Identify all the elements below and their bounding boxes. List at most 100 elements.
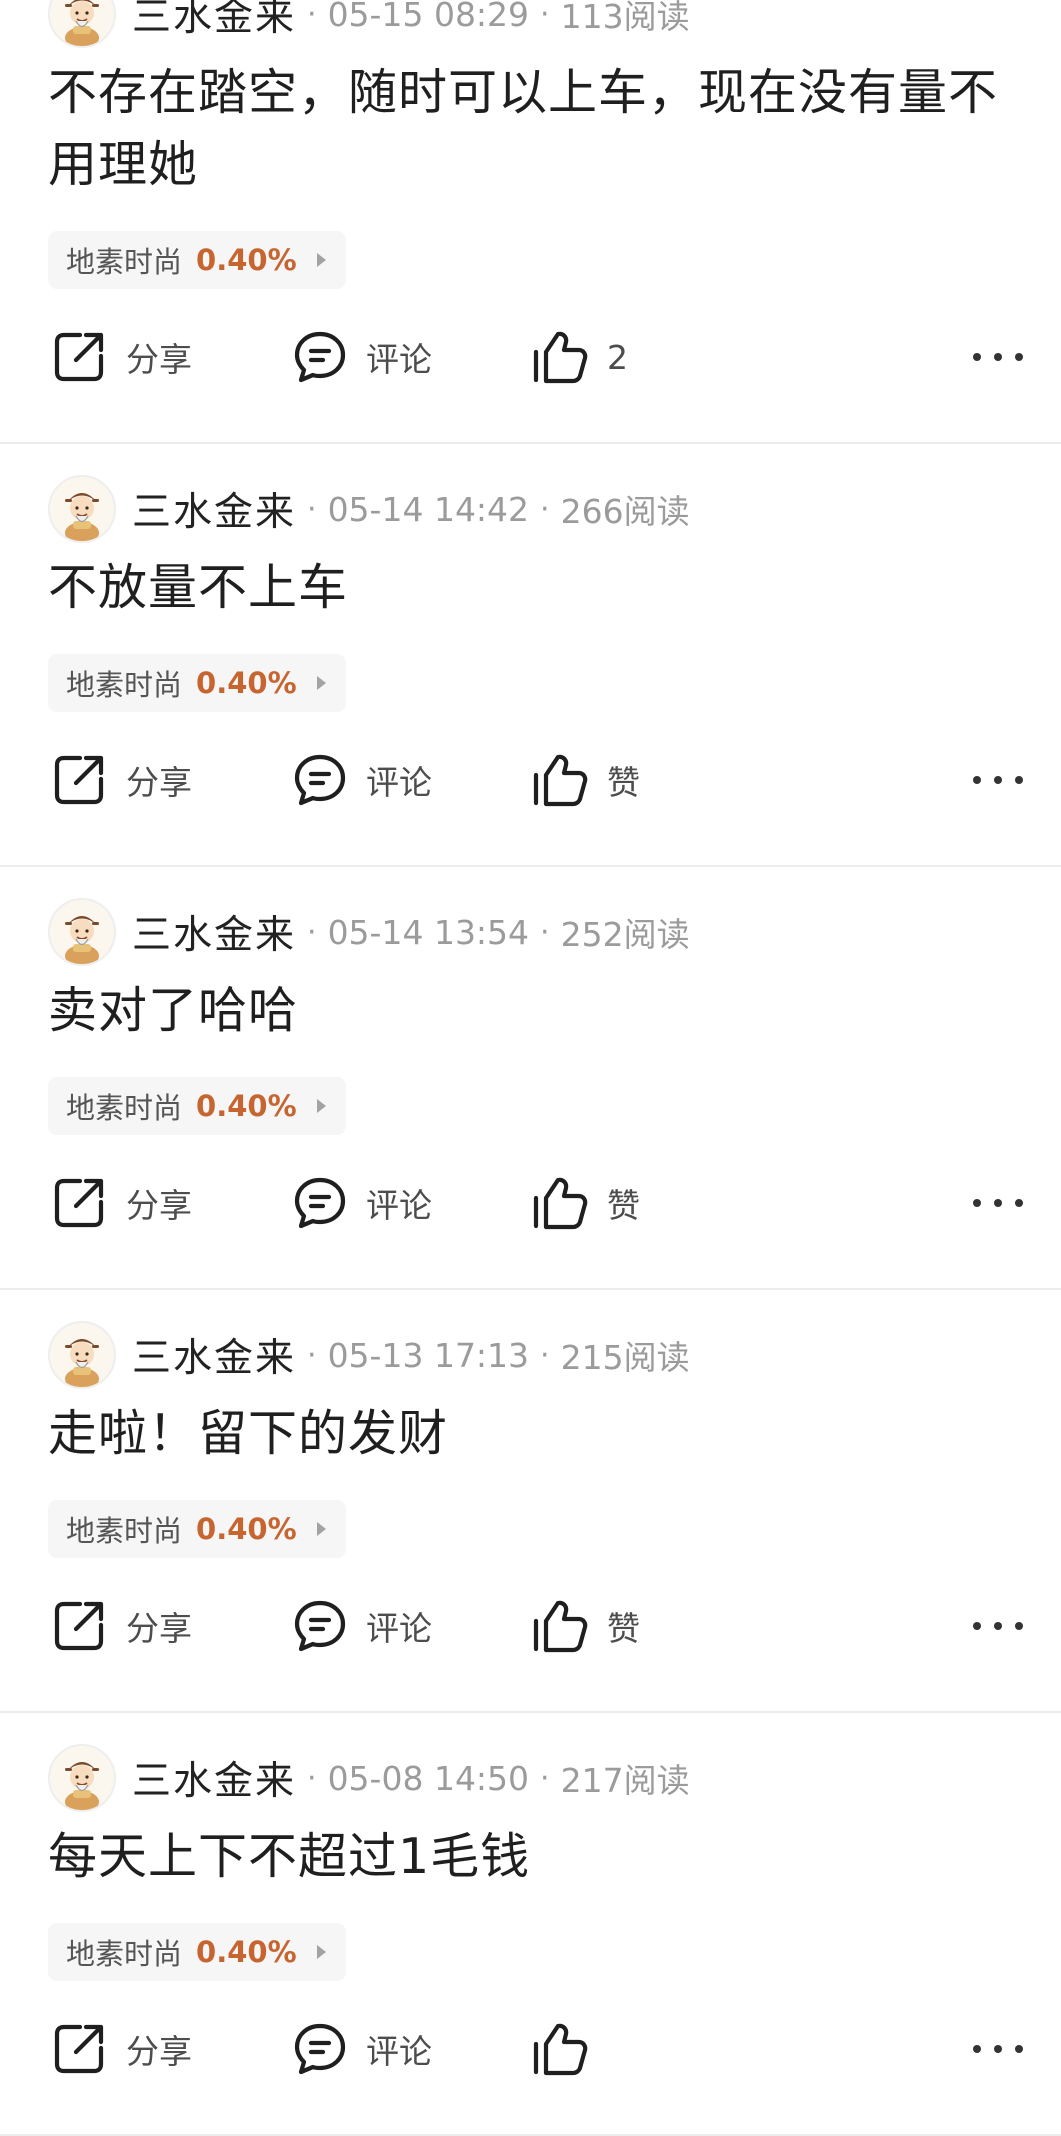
share-button[interactable]: 分享 <box>50 750 192 810</box>
avatar-god-of-wealth-icon <box>50 1746 114 1810</box>
stock-change: 0.40% <box>196 1089 297 1123</box>
avatar[interactable] <box>48 898 116 966</box>
more-options-button[interactable] <box>973 1173 1023 1233</box>
share-icon <box>54 332 104 382</box>
author-name[interactable]: 三水金来 <box>132 1327 296 1383</box>
like-button[interactable]: 2 <box>531 327 628 387</box>
stock-name: 地素时尚 <box>66 1937 183 1971</box>
more-dots-icon <box>994 353 1002 361</box>
more-dots-icon <box>973 1622 981 1630</box>
read-count: 217阅读 <box>560 1761 690 1800</box>
stock-name: 地素时尚 <box>66 1514 183 1548</box>
triangle-right-icon <box>316 1522 326 1536</box>
more-dots-icon <box>973 353 981 361</box>
comment-button[interactable]: 评论 <box>292 327 432 387</box>
more-dots-icon <box>973 776 981 784</box>
post-content[interactable]: 每天上下不超过1毛钱 <box>48 1821 1018 1893</box>
share-button[interactable]: 分享 <box>50 1173 192 1233</box>
stock-change: 0.40% <box>196 1935 297 1969</box>
post-time: 05-14 14:42 <box>327 489 530 529</box>
more-options-button[interactable] <box>973 1596 1023 1656</box>
post-header: 三水金来 · 05-13 17:13 · 215阅读 <box>48 1320 690 1390</box>
stock-change: 0.40% <box>196 243 297 277</box>
comment-icon <box>294 1600 346 1652</box>
post-content[interactable]: 卖对了哈哈 <box>48 975 1018 1047</box>
stock-change: 0.40% <box>196 666 297 700</box>
comment-button[interactable]: 评论 <box>292 1596 432 1656</box>
comment-button[interactable]: 评论 <box>292 2019 432 2079</box>
stock-tag[interactable]: 地素时尚 0.40% <box>48 654 346 712</box>
like-label: 赞 <box>607 1186 640 1225</box>
post-content[interactable]: 不存在踏空，随时可以上车，现在没有量不 用理她 <box>48 57 1018 201</box>
read-count: 252阅读 <box>560 915 690 954</box>
avatar-god-of-wealth-icon <box>50 0 114 46</box>
stock-tag[interactable]: 地素时尚 0.40% <box>48 1500 346 1558</box>
post-content[interactable]: 不放量不上车 <box>48 552 1018 624</box>
post-header: 三水金来 · 05-15 08:29 · 113阅读 <box>48 0 690 49</box>
stock-tag[interactable]: 地素时尚 0.40% <box>48 1923 346 1981</box>
meta-separator: · <box>307 1760 317 1796</box>
like-button[interactable] <box>531 2019 607 2079</box>
author-name[interactable]: 三水金来 <box>132 0 296 42</box>
author-name[interactable]: 三水金来 <box>132 481 296 537</box>
post-card: 三水金来 · 05-08 14:50 · 217阅读 每天上下不超过1毛钱 地素… <box>0 1713 1061 2136</box>
thumbs-up-icon <box>533 754 588 807</box>
comment-icon <box>294 1177 346 1229</box>
more-dots-icon <box>1015 2045 1023 2053</box>
avatar[interactable] <box>48 0 116 48</box>
like-button[interactable]: 赞 <box>531 750 640 810</box>
triangle-right-icon <box>316 676 326 690</box>
more-options-button[interactable] <box>973 750 1023 810</box>
like-button[interactable]: 赞 <box>531 1596 640 1656</box>
share-button[interactable]: 分享 <box>50 1596 192 1656</box>
stock-tag[interactable]: 地素时尚 0.40% <box>48 1077 346 1135</box>
more-dots-icon <box>973 1199 981 1207</box>
comment-icon <box>294 754 346 806</box>
thumbs-up-icon <box>533 1600 588 1653</box>
comment-button[interactable]: 评论 <box>292 750 432 810</box>
post-text-line: 走啦！留下的发财 <box>48 1405 449 1462</box>
author-name[interactable]: 三水金来 <box>132 904 296 960</box>
avatar[interactable] <box>48 1321 116 1389</box>
share-button[interactable]: 分享 <box>50 327 192 387</box>
post-card: 三水金来 · 05-15 08:29 · 113阅读 不存在踏空，随时可以上车，… <box>0 0 1061 444</box>
meta-separator: · <box>307 914 317 950</box>
stock-name: 地素时尚 <box>66 245 183 279</box>
post-time: 05-15 08:29 <box>327 0 530 34</box>
action-bar: 分享 评论 赞 <box>0 1173 1061 1233</box>
post-time: 05-14 13:54 <box>327 912 530 952</box>
meta-separator: · <box>540 1337 550 1373</box>
post-content[interactable]: 走啦！留下的发财 <box>48 1398 1018 1470</box>
share-button[interactable]: 分享 <box>50 2019 192 2079</box>
more-dots-icon <box>1015 1622 1023 1630</box>
post-header: 三水金来 · 05-14 14:42 · 266阅读 <box>48 474 690 544</box>
author-name[interactable]: 三水金来 <box>132 1750 296 1806</box>
stock-tag[interactable]: 地素时尚 0.40% <box>48 231 346 289</box>
more-options-button[interactable] <box>973 327 1023 387</box>
avatar-god-of-wealth-icon <box>50 1323 114 1387</box>
like-button[interactable]: 赞 <box>531 1173 640 1233</box>
comment-label: 评论 <box>366 2032 432 2071</box>
triangle-right-icon <box>316 1945 326 1959</box>
share-icon <box>54 755 104 805</box>
triangle-right-icon <box>316 1099 326 1113</box>
meta-separator: · <box>540 1760 550 1796</box>
avatar[interactable] <box>48 475 116 543</box>
comment-button[interactable]: 评论 <box>292 1173 432 1233</box>
more-dots-icon <box>994 2045 1002 2053</box>
more-options-button[interactable] <box>973 2019 1023 2079</box>
more-dots-icon <box>1015 1199 1023 1207</box>
meta-separator: · <box>307 1337 317 1373</box>
share-label: 分享 <box>126 2032 192 2071</box>
more-dots-icon <box>994 1622 1002 1630</box>
action-bar: 分享 评论 赞 <box>0 1596 1061 1656</box>
read-count: 266阅读 <box>560 492 690 531</box>
avatar[interactable] <box>48 1744 116 1812</box>
more-dots-icon <box>973 2045 981 2053</box>
post-text-line: 不放量不上车 <box>48 559 349 616</box>
post-text-line: 每天上下不超过1毛钱 <box>48 1828 531 1885</box>
meta-separator: · <box>307 491 317 527</box>
triangle-right-icon <box>316 253 326 267</box>
action-bar: 分享 评论 2 <box>0 327 1061 387</box>
thumbs-up-icon <box>533 1177 588 1230</box>
